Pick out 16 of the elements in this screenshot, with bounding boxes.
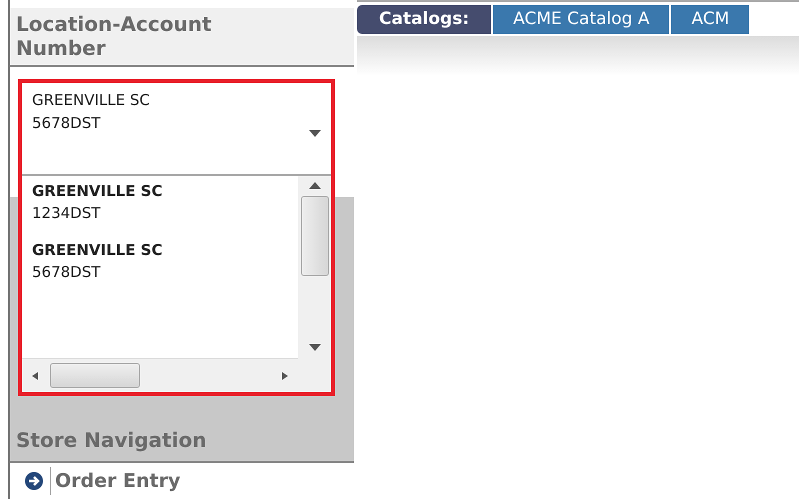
vertical-scrollbar[interactable] (298, 176, 331, 358)
selected-value: GREENVILLE SC 5678DST (32, 90, 150, 134)
panel-title: Location-Account Number (10, 8, 354, 68)
nav-link[interactable]: Order Entry (50, 466, 180, 495)
catalog-tab[interactable]: ACM (671, 5, 750, 34)
dropdown-option[interactable]: GREENVILLE SC 5678DST (32, 239, 288, 284)
catalogs-label: Catalogs: (357, 5, 492, 34)
catalog-tab[interactable]: ACME Catalog A (493, 5, 670, 34)
horizontal-scrollbar[interactable] (22, 358, 298, 392)
scroll-up-icon[interactable] (308, 182, 320, 190)
dropdown-option[interactable]: GREENVILLE SC 1234DST (32, 180, 288, 224)
caret-icon[interactable] (309, 130, 321, 138)
arrow-circle-icon (24, 470, 44, 491)
dropdown[interactable]: GREENVILLE SC 5678DST GREENVILLE SC 1234DST GREENVILLE SC 5678DST (18, 79, 335, 396)
scroll-down-icon[interactable] (308, 344, 320, 352)
section-title: Store Navigation (10, 418, 354, 462)
